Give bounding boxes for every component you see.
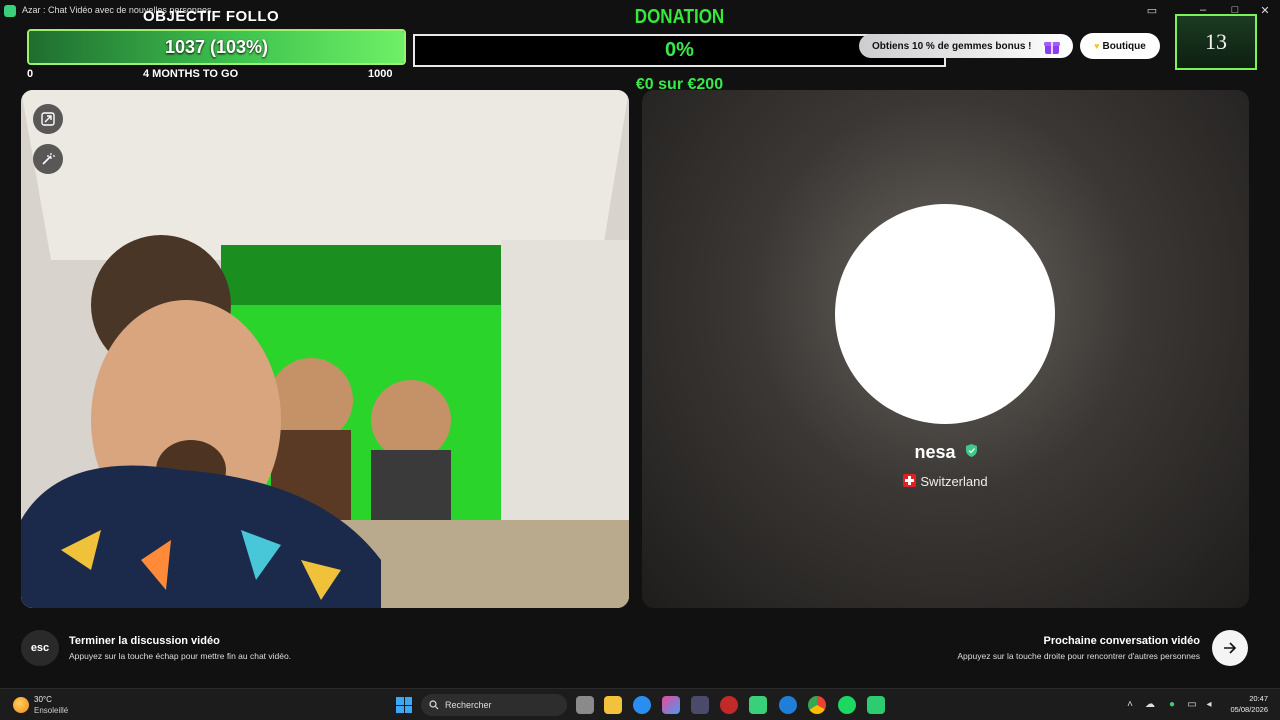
clock-date[interactable]: 05/08/2026 [1230,705,1268,714]
viewer-counter: 13 [1175,14,1257,70]
goal-value: 1037 (103%) [164,36,269,57]
swiss-flag-icon [903,474,917,487]
effects-button[interactable] [33,144,63,174]
weather-sun-icon[interactable] [13,697,29,713]
verified-shield-icon [965,444,977,457]
app-root: Azar : Chat Vidéo avec de nouvelles pers… [0,0,1280,720]
expand-button[interactable] [33,104,63,134]
task-view-icon[interactable] [576,696,594,714]
tray-chevron-icon[interactable]: ˄ [1124,699,1136,711]
clock-time[interactable]: 20:47 [1249,694,1268,703]
store-icon[interactable] [691,696,709,714]
goal-max-label: 1000 [368,68,393,80]
next-chat-hint: Appuyez sur la touche droite pour rencon… [957,651,1200,661]
network-icon[interactable]: ▭ [1186,699,1198,711]
windows-start-icon[interactable] [396,697,412,713]
os-taskbar: 30°C Ensoleillé Rechercher ˄ ☁ ● ▭ ◂ 20:… [0,688,1280,720]
weather-temperature[interactable]: 30°C [34,695,52,704]
shop-label: Boutique [1102,40,1146,52]
shop-button[interactable]: ♥ Boutique [1080,33,1160,59]
end-chat-title: Terminer la discussion vidéo [69,635,220,647]
chrome-icon[interactable] [808,696,826,714]
ccleaner-icon[interactable] [779,696,797,714]
partner-country-row: Switzerland [642,474,1249,489]
self-video [21,90,629,608]
partner-name: nesa [914,442,956,462]
arrow-right-icon [1224,642,1237,654]
partner-name-row: nesa [642,442,1249,463]
partner-avatar [835,204,1055,424]
azar-taskbar-icon[interactable] [749,696,767,714]
goal-title: OBJECTIF FOLLO [143,8,280,25]
goal-min-label: 0 [27,68,34,80]
partner-country: Switzerland [920,474,988,489]
self-camera-feed [21,90,629,608]
spotify-icon[interactable] [838,696,856,714]
donation-title: DONATION [634,6,725,28]
search-placeholder: Rechercher [445,700,492,710]
azar-app-icon [4,5,16,17]
bonus-gems-button[interactable]: Obtiens 10 % de gemmes bonus ! [859,34,1073,58]
app-green-icon[interactable] [867,696,885,714]
counter-value: 13 [1205,29,1227,54]
expand-icon [41,112,55,126]
file-explorer-icon[interactable] [604,696,622,714]
weather-description[interactable]: Ensoleillé [34,706,68,715]
esc-label: esc [30,642,50,654]
pip-icon[interactable]: ▭ [1145,4,1159,17]
partner-video: nesa Switzerland [642,90,1249,608]
end-chat-button[interactable]: esc [21,630,59,666]
copilot-icon[interactable] [662,696,680,714]
recorder-icon[interactable] [720,696,738,714]
edge-browser-icon[interactable] [633,696,651,714]
microphone-icon[interactable]: ● [1166,699,1178,711]
goal-timeframe: 4 MONTHS TO GO [143,68,239,80]
goal-progress-bar: 1037 (103%) [27,29,406,65]
next-chat-button[interactable] [1212,630,1248,666]
close-button[interactable]: ✕ [1258,4,1272,17]
gem-icon: ♥ [1094,41,1100,51]
volume-icon[interactable]: ◂ [1203,699,1215,711]
end-chat-hint: Appuyez sur la touche échap pour mettre … [69,651,292,661]
search-icon [429,700,439,710]
next-chat-title: Prochaine conversation vidéo [1043,635,1201,647]
onedrive-icon[interactable]: ☁ [1144,699,1156,711]
magic-wand-icon [42,153,55,165]
taskbar-search[interactable]: Rechercher [421,694,567,716]
bonus-gems-label: Obtiens 10 % de gemmes bonus ! [872,40,1032,52]
gift-icon [1044,42,1060,54]
